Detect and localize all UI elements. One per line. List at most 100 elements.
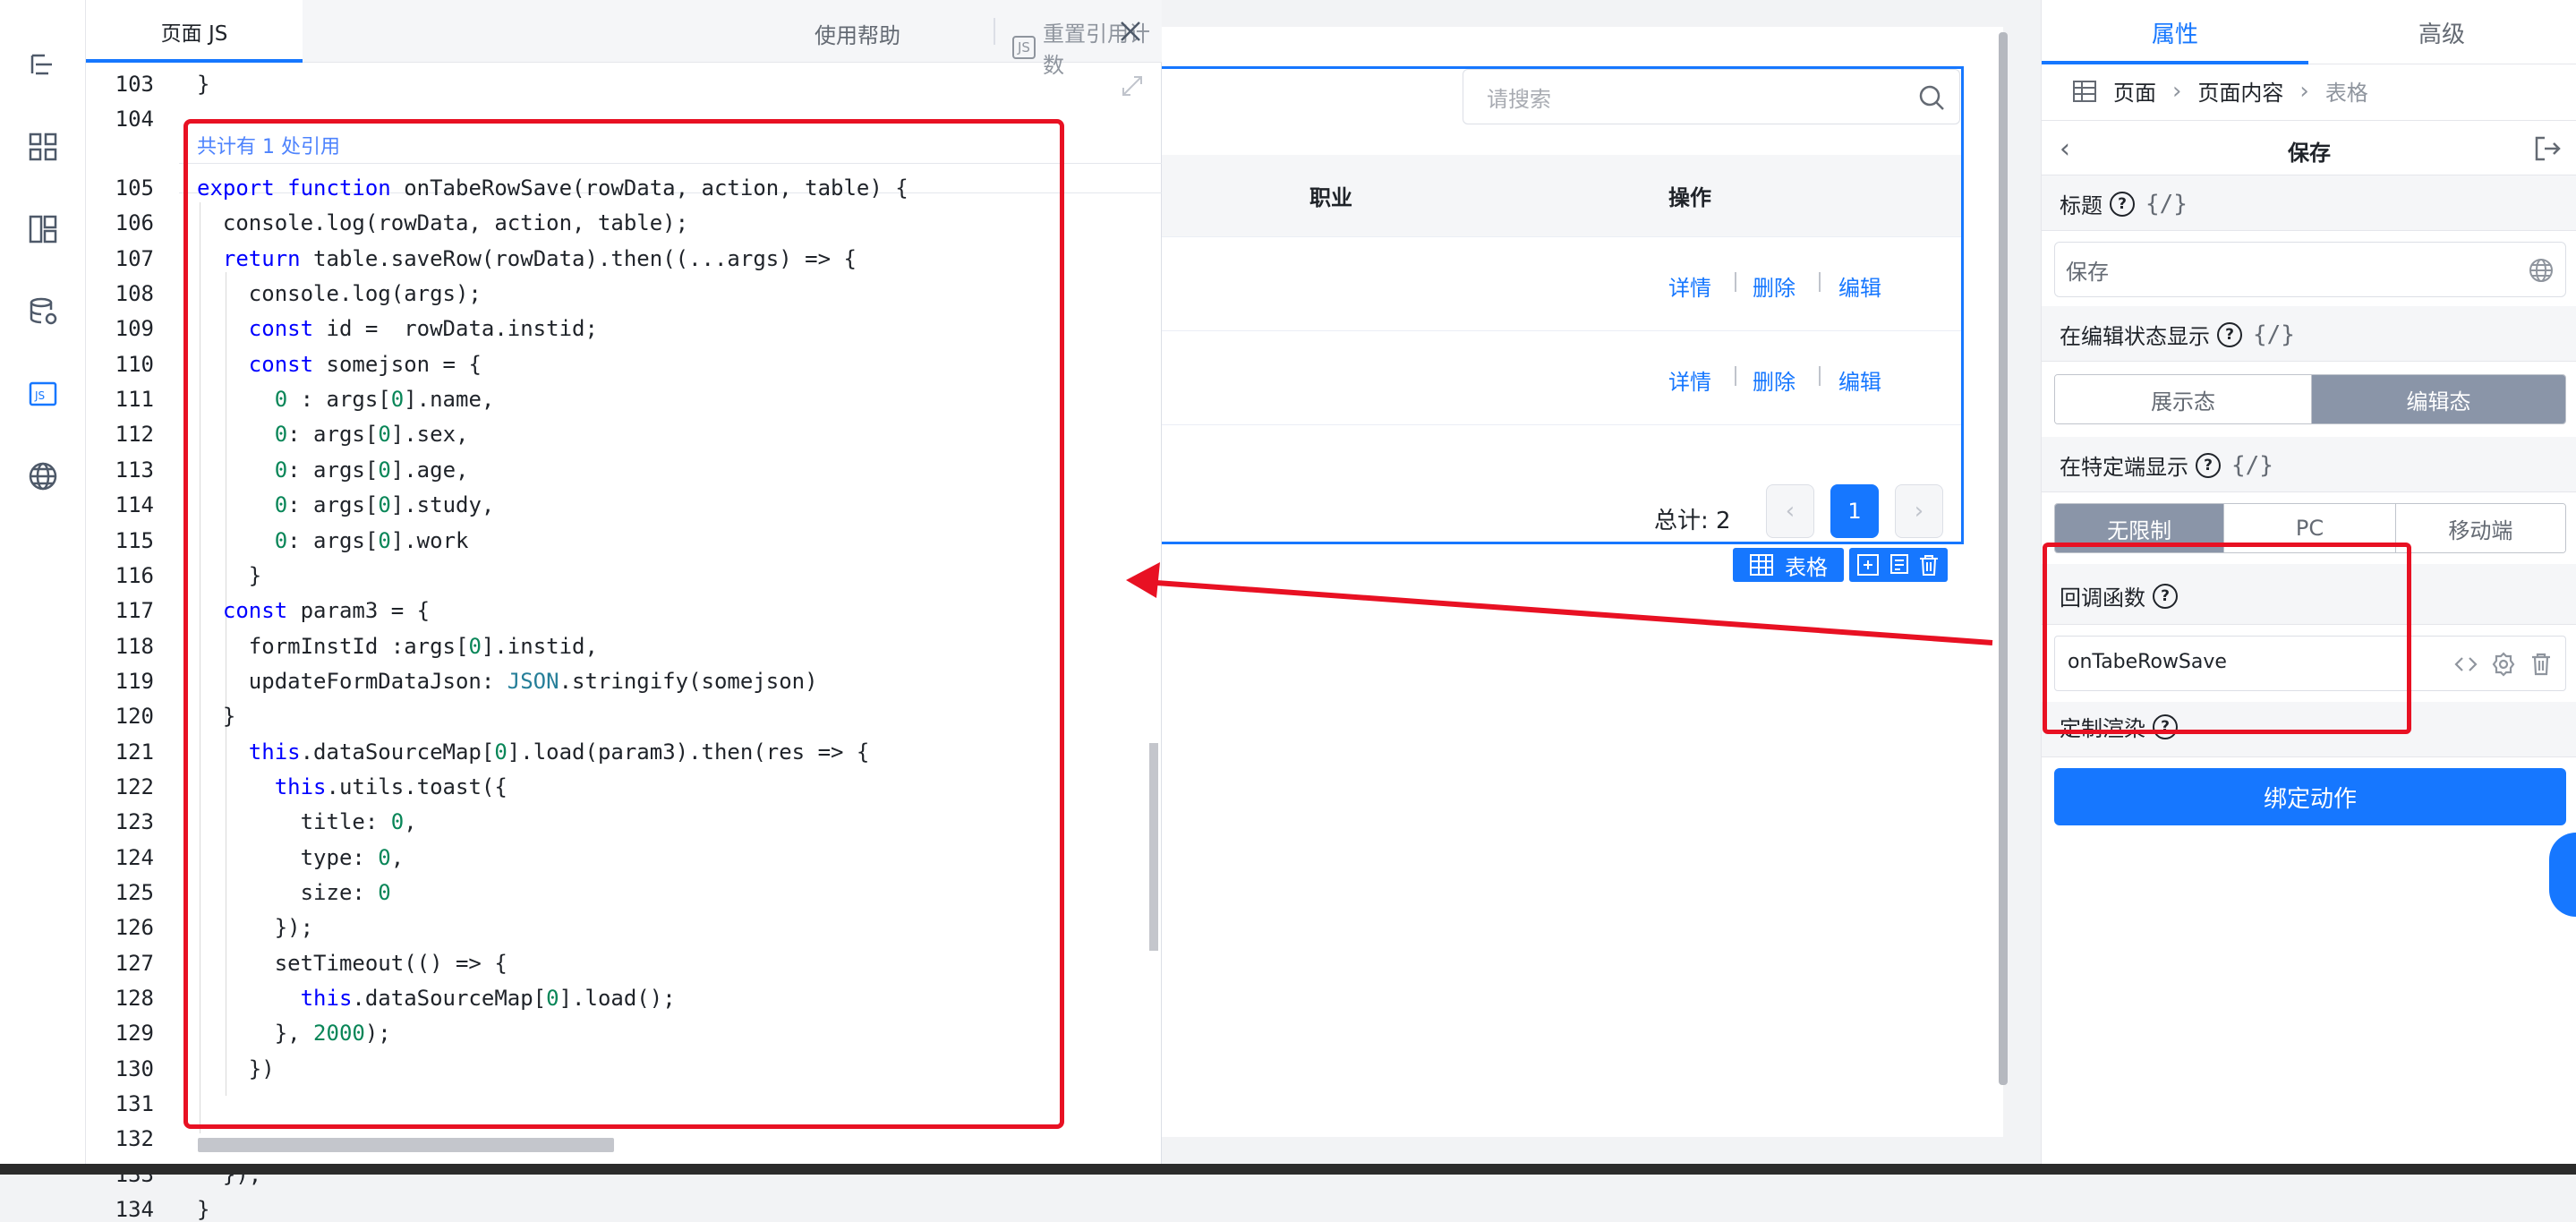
line-number: 117 bbox=[115, 598, 154, 623]
code-line[interactable]: } bbox=[197, 704, 235, 729]
floating-assistant-button[interactable] bbox=[2549, 833, 2576, 917]
page-js-icon[interactable]: JS bbox=[25, 376, 61, 412]
help-icon[interactable]: ? bbox=[2217, 321, 2242, 347]
delete-link[interactable]: 删除 bbox=[1753, 364, 1796, 396]
code-line[interactable]: this.dataSourceMap[0].load(param3).then(… bbox=[197, 739, 870, 765]
layout-icon[interactable] bbox=[25, 211, 61, 247]
bind-action-button[interactable]: 绑定动作 bbox=[2054, 768, 2566, 825]
trash-icon[interactable] bbox=[2528, 651, 2555, 678]
reference-count-lens[interactable]: 共计有 1 处引用 bbox=[197, 131, 340, 159]
code-line[interactable]: return table.saveRow(rowData).then((...a… bbox=[197, 246, 857, 271]
selected-component-label: 表格 bbox=[1785, 554, 1828, 580]
code-icon[interactable] bbox=[2452, 651, 2479, 678]
copy-icon[interactable] bbox=[1887, 553, 1910, 577]
design-canvas: 请搜索 职业 操作 详情 删除 编辑 详情 删除 编辑 总计: 2 ‹ 1 › … bbox=[1162, 0, 2008, 1175]
code-line[interactable]: type: 0, bbox=[197, 845, 405, 870]
help-icon[interactable]: ? bbox=[2110, 191, 2135, 217]
callback-function-value: onTabeRowSave bbox=[2068, 651, 2227, 673]
code-line[interactable]: updateFormDataJson: JSON.stringify(somej… bbox=[197, 669, 818, 694]
chevron-right-icon: › bbox=[2299, 77, 2309, 105]
code-line[interactable]: console.log(rowData, action, table); bbox=[197, 210, 688, 235]
code-line[interactable]: 0: args[0].work bbox=[197, 528, 469, 553]
globe-icon[interactable] bbox=[25, 458, 61, 494]
next-page-button[interactable]: › bbox=[1895, 484, 1943, 538]
line-number: 113 bbox=[115, 457, 154, 483]
code-line[interactable]: }, 2000); bbox=[197, 1021, 391, 1046]
code-line[interactable]: this.dataSourceMap[0].load(); bbox=[197, 986, 676, 1011]
tab-advanced[interactable]: 高级 bbox=[2308, 0, 2575, 64]
page-1-button[interactable]: 1 bbox=[1830, 484, 1879, 538]
code-line[interactable]: const param3 = { bbox=[197, 598, 430, 623]
line-number: 120 bbox=[115, 704, 154, 729]
delete-link[interactable]: 删除 bbox=[1753, 270, 1796, 302]
data-source-icon[interactable] bbox=[25, 294, 61, 329]
code-line[interactable]: } bbox=[197, 563, 261, 588]
help-icon[interactable]: ? bbox=[2153, 583, 2178, 609]
horizontal-scrollbar[interactable] bbox=[198, 1138, 614, 1152]
code-line[interactable]: 0: args[0].sex, bbox=[197, 422, 469, 447]
expand-icon[interactable] bbox=[1120, 73, 1145, 98]
line-number: 103 bbox=[115, 72, 154, 97]
code-line[interactable]: }); bbox=[197, 915, 313, 940]
tab-page-js[interactable]: 页面 JS bbox=[86, 0, 303, 63]
callback-function-field[interactable]: onTabeRowSave bbox=[2054, 636, 2566, 691]
node-title: 保存 bbox=[2288, 141, 2331, 166]
components-grid-icon[interactable] bbox=[25, 129, 61, 165]
breadcrumb-item-page-content[interactable]: 页面内容 bbox=[2197, 75, 2283, 107]
code-line[interactable]: title: 0, bbox=[197, 809, 417, 834]
exit-icon[interactable] bbox=[2532, 133, 2563, 164]
vertical-scrollbar[interactable] bbox=[1149, 743, 1158, 951]
outline-tree-icon[interactable] bbox=[25, 47, 61, 82]
line-number: 131 bbox=[115, 1091, 154, 1116]
breadcrumb: 页面 › 页面内容 › 表格 bbox=[2072, 75, 2368, 107]
help-icon[interactable]: ? bbox=[2196, 452, 2221, 478]
code-line[interactable]: setTimeout(() => { bbox=[197, 951, 508, 976]
i18n-globe-icon[interactable] bbox=[2528, 257, 2555, 284]
tab-properties[interactable]: 属性 bbox=[2042, 0, 2308, 64]
custom-render-section: 定制渲染 ? bbox=[2042, 702, 2576, 757]
code-line[interactable]: } bbox=[197, 1197, 209, 1222]
breadcrumb-item-page[interactable]: 页面 bbox=[2113, 75, 2156, 107]
code-line[interactable]: const somejson = { bbox=[197, 352, 482, 377]
svg-text:JS: JS bbox=[34, 389, 45, 402]
edit-link[interactable]: 编辑 bbox=[1838, 364, 1881, 396]
select-parent-icon[interactable] bbox=[1856, 553, 1880, 577]
window-bottom-edge bbox=[0, 1164, 2576, 1175]
selected-component-tag[interactable]: 表格 bbox=[1733, 548, 1844, 582]
selection-tools bbox=[1849, 548, 1948, 582]
code-line[interactable]: export function onTabeRowSave(rowData, a… bbox=[197, 175, 908, 201]
terminal-option-mobile[interactable]: 移动端 bbox=[2395, 504, 2565, 552]
terminal-option-unlimited[interactable]: 无限制 bbox=[2055, 504, 2225, 552]
detail-link[interactable]: 详情 bbox=[1668, 270, 1711, 302]
variable-binding-icon[interactable]: {/} bbox=[2253, 321, 2295, 348]
title-input[interactable]: 保存 bbox=[2054, 242, 2566, 297]
help-icon[interactable]: ? bbox=[2153, 714, 2178, 739]
search-input[interactable]: 请搜索 bbox=[1463, 69, 1960, 124]
code-line[interactable]: const id = rowData.instid; bbox=[197, 316, 598, 341]
delete-icon[interactable] bbox=[1917, 553, 1941, 577]
help-link[interactable]: 使用帮助 bbox=[815, 18, 900, 49]
table-component[interactable]: 请搜索 职业 操作 详情 删除 编辑 详情 删除 编辑 总计: 2 ‹ 1 › bbox=[1162, 66, 1964, 544]
node-header: ‹ 保存 bbox=[2042, 120, 2576, 175]
canvas-scrollbar[interactable] bbox=[1999, 32, 2008, 1085]
code-line[interactable]: this.utils.toast({ bbox=[197, 774, 508, 799]
code-line[interactable]: }) bbox=[197, 1056, 275, 1081]
settings-gear-icon[interactable] bbox=[2490, 651, 2517, 678]
terminal-option-pc[interactable]: PC bbox=[2224, 504, 2396, 552]
close-icon[interactable] bbox=[1115, 16, 1146, 47]
code-line[interactable]: } bbox=[197, 72, 209, 97]
code-line[interactable]: console.log(args); bbox=[197, 281, 482, 306]
variable-binding-icon[interactable]: {/} bbox=[2231, 452, 2273, 479]
detail-link[interactable]: 详情 bbox=[1668, 364, 1711, 396]
code-line[interactable]: 0 : args[0].name, bbox=[197, 387, 495, 412]
edit-state-option-display[interactable]: 展示态 bbox=[2055, 375, 2312, 423]
code-line[interactable]: size: 0 bbox=[197, 880, 391, 905]
edit-link[interactable]: 编辑 bbox=[1838, 270, 1881, 302]
code-line[interactable]: 0: args[0].age, bbox=[197, 457, 469, 483]
code-line[interactable]: 0: args[0].study, bbox=[197, 492, 495, 517]
edit-state-option-edit[interactable]: 编辑态 bbox=[2312, 375, 2565, 423]
code-line[interactable]: formInstId :args[0].instid, bbox=[197, 634, 598, 659]
action-separator bbox=[1735, 366, 1736, 386]
variable-binding-icon[interactable]: {/} bbox=[2145, 191, 2188, 218]
prev-page-button[interactable]: ‹ bbox=[1766, 484, 1814, 538]
